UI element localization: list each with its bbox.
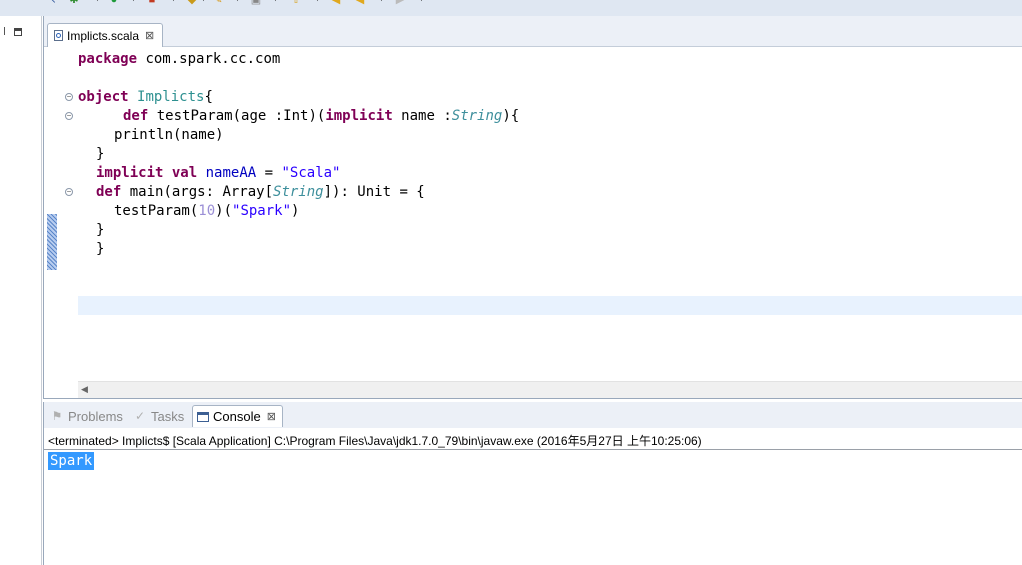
code-text: } [96,241,105,257]
console-tabbar: ⚑ Problems ✓ Tasks Console ⊠ [44,402,1022,428]
string-literal: "Scala" [281,165,341,181]
code-text: main(args: Array[ [121,184,274,200]
code-text: } [96,146,105,162]
external-tools-icon[interactable]: ■ [146,0,158,6]
keyword: def [123,108,149,124]
code-text: )( [215,203,233,219]
overview-ruler [44,47,58,382]
folding-column: − − − [58,47,74,382]
back-icon[interactable]: ◀ [330,0,342,6]
console-output[interactable]: Spark [48,452,95,470]
code-line: package com.spark.cc.com [78,50,280,69]
object-name: Implicts [137,89,205,105]
variable-name: nameAA [205,165,257,181]
scroll-left-icon[interactable]: ◀ [81,384,88,395]
main-toolbar: ↖ ✱ ▼ ● ▼ ■ ▼ ◆ ▼ ✎ ▼ ▣ ▼ ⇧ ▼ ◀ ◀ ▼ ▶ ▼ [0,0,1022,16]
keyword: implicit [325,108,393,124]
code-line: implicit val nameAA = "Scala" [96,164,341,183]
code-line: def main(args: Array[String]): Unit = { [96,183,425,202]
chevron-down-icon[interactable]: ▼ [314,0,321,3]
left-view-strip [0,16,42,565]
chevron-down-icon[interactable]: ▼ [418,0,425,3]
chevron-down-icon[interactable]: ▼ [200,0,207,3]
code-line: } [96,240,104,259]
cursor-icon[interactable]: ↖ [46,0,58,6]
number-literal: 10 [198,203,216,219]
type-name: String [451,108,503,124]
keyword: implicit [96,165,164,181]
chevron-down-icon[interactable]: ▼ [234,0,241,3]
fold-collapse-icon[interactable]: − [65,188,73,196]
forward-icon[interactable]: ▶ [394,0,406,6]
tab-problems[interactable]: ⚑ Problems [46,405,129,427]
tab-label: Tasks [151,408,185,424]
code-text: println(name) [114,127,224,143]
problems-icon: ⚑ [51,409,63,423]
keyword: object [78,89,129,105]
code-text: com.spark.cc.com [137,51,281,67]
code-text: ]): Unit = { [323,184,425,200]
code-text: name : [392,108,452,124]
code-text: ){ [502,108,520,124]
type-name: String [273,184,324,200]
chevron-down-icon[interactable]: ▼ [94,0,101,3]
chevron-down-icon[interactable]: ▼ [378,0,385,3]
code-line: } [96,221,104,240]
keyword: val [171,165,198,181]
chevron-down-icon[interactable]: ▼ [170,0,177,3]
code-text: { [204,89,213,105]
code-line: } [96,145,104,164]
keyword: def [96,184,122,200]
run-icon[interactable]: ● [108,0,120,6]
keyword: package [78,51,138,67]
code-line: println(name) [114,126,224,145]
code-text: = [256,165,282,181]
divider [44,449,1022,450]
chevron-down-icon[interactable]: ▼ [272,0,279,3]
debug-icon[interactable]: ✱ [68,0,80,6]
code-line: def testParam(age :Int)(implicit name :S… [123,107,519,126]
code-line: object Implicts{ [78,88,213,107]
editor-tabbar: Implicts.scala ⊠ [44,16,1022,47]
tab-tasks[interactable]: ✓ Tasks [129,405,190,427]
string-literal: "Spark" [232,203,292,219]
console-status: <terminated> Implicts$ [Scala Applicatio… [48,434,702,448]
chevron-down-icon[interactable]: ▼ [130,0,137,3]
close-icon[interactable]: ⊠ [145,29,154,42]
fold-collapse-icon[interactable]: − [65,112,73,120]
change-marker [47,214,57,270]
code-line: testParam(10)("Spark") [114,202,299,221]
tasks-icon: ✓ [134,409,146,423]
tab-label: Implicts.scala [67,28,140,43]
console-icon [197,411,209,422]
tab-label: Console [213,409,261,424]
new-package-icon[interactable]: ◆ [186,0,198,6]
code-editor[interactable]: package com.spark.cc.com object Implicts… [78,48,1018,383]
editor-panel: Implicts.scala ⊠ − − − package com.spark… [43,16,1022,399]
maximize-icon[interactable] [14,28,22,36]
back-history-icon[interactable]: ◀ [354,0,366,6]
fold-collapse-icon[interactable]: − [65,93,73,101]
horizontal-scrollbar[interactable]: ◀ [78,381,1022,398]
console-panel: ⚑ Problems ✓ Tasks Console ⊠ <terminated… [43,402,1022,565]
code-text: testParam(age :Int)( [148,108,326,124]
close-icon[interactable]: ⊠ [267,410,276,423]
tab-implicts-scala[interactable]: Implicts.scala ⊠ [47,23,164,47]
search-icon[interactable]: ▣ [250,0,262,6]
scala-file-icon [54,30,63,41]
code-text: } [96,222,105,238]
code-text: ) [291,203,300,219]
tab-label: Problems [68,408,123,424]
minimize-icon[interactable] [0,27,5,35]
code-text: testParam( [114,203,199,219]
tab-console[interactable]: Console ⊠ [192,405,283,427]
next-annotation-icon[interactable]: ⇧ [290,0,302,6]
open-type-icon[interactable]: ✎ [212,0,224,6]
